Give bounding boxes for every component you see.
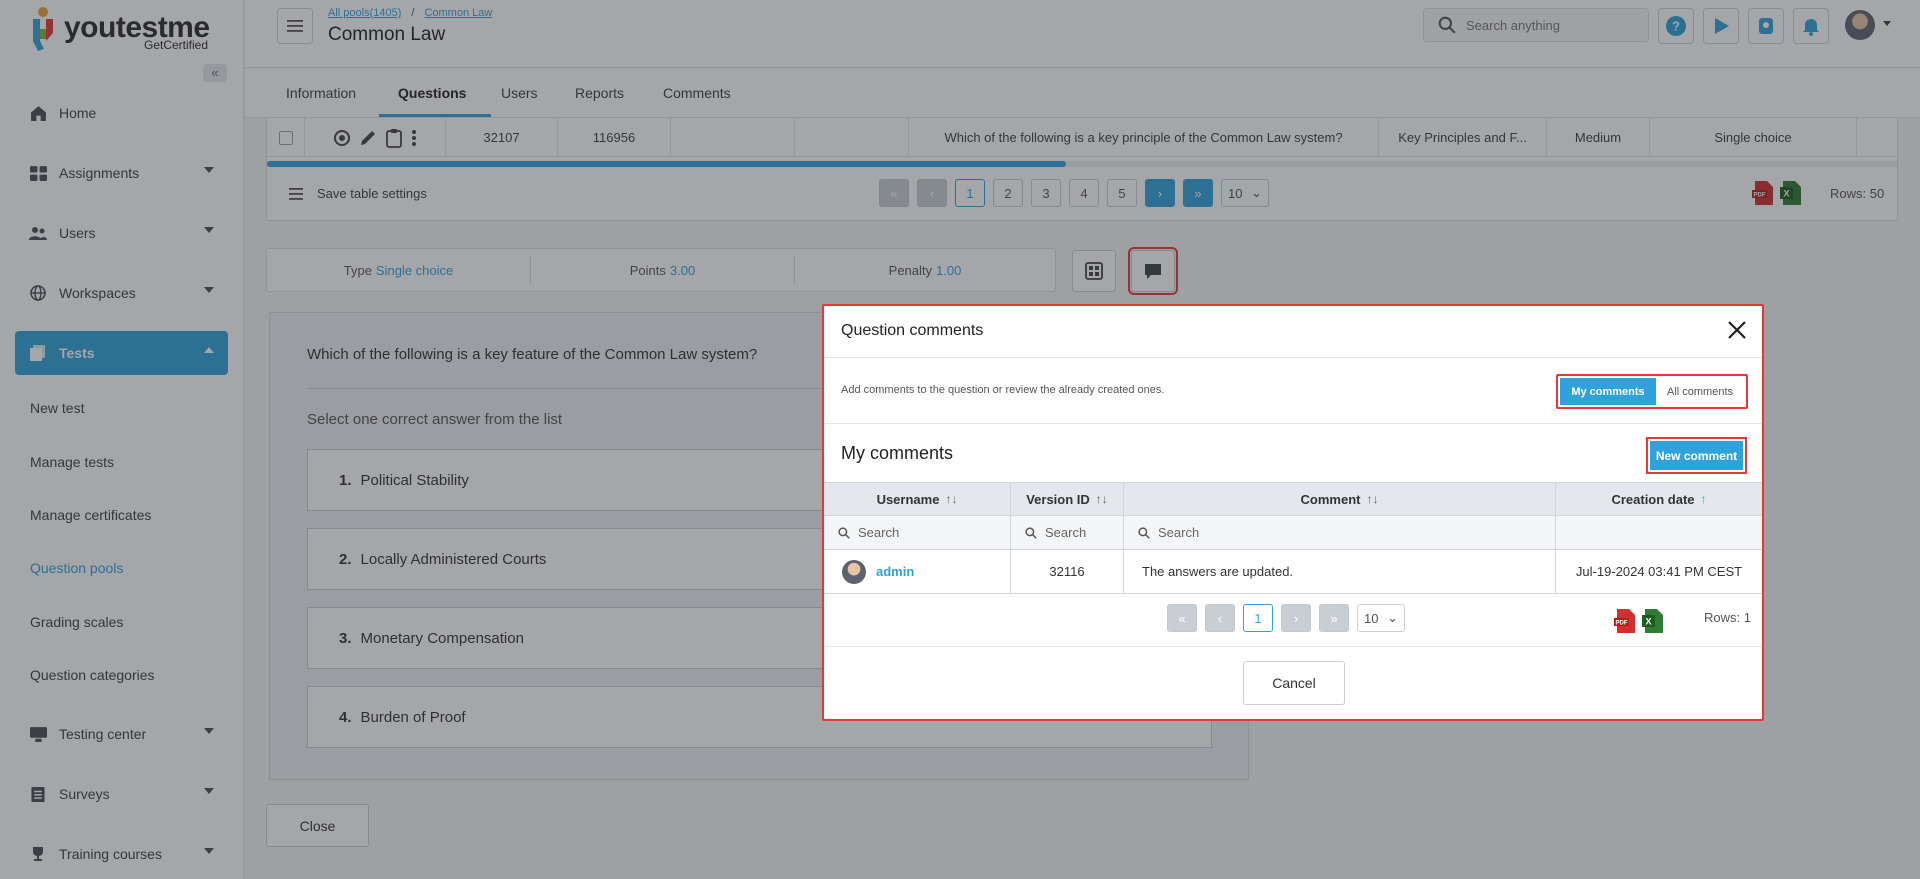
question-comments-modal: Question comments Add comments to the qu… (822, 304, 1764, 721)
column-label: Comment (1300, 491, 1361, 507)
comment-search-input[interactable]: Search (1124, 516, 1556, 549)
comments-pagination: « ‹ 1 › » 10 ⌄ (1167, 604, 1405, 632)
my-comments-toggle[interactable]: My comments (1560, 378, 1656, 405)
prev-page-button[interactable]: ‹ (1205, 604, 1235, 632)
creation-date-cell: Jul-19-2024 03:41 PM CEST (1575, 564, 1743, 579)
column-header-creation-date[interactable]: Creation date ↑ (1556, 483, 1762, 515)
export-actions: PDF X (1614, 609, 1664, 633)
column-header-username[interactable]: Username ↑↓ (824, 483, 1011, 515)
divider (824, 646, 1762, 647)
excel-export-icon[interactable]: X (1642, 609, 1664, 633)
column-label: Username (876, 491, 940, 507)
double-chevron-left-icon: « (1178, 610, 1186, 626)
svg-text:PDF: PDF (1616, 621, 1628, 627)
comments-filter-toggle: My comments All comments (1556, 374, 1748, 409)
column-label: Version ID (1026, 491, 1090, 507)
double-chevron-right-icon: » (1330, 610, 1338, 626)
comment-cell: The answers are updated. (1124, 550, 1556, 593)
page-1-button[interactable]: 1 (1243, 604, 1273, 632)
pdf-export-icon[interactable]: PDF (1614, 609, 1636, 633)
close-icon[interactable] (1726, 319, 1748, 341)
rows-count: Rows: 1 (1704, 610, 1751, 625)
username-link[interactable]: admin (876, 564, 914, 579)
divider (824, 423, 1762, 424)
modal-description: Add comments to the question or review t… (841, 384, 1165, 396)
chevron-left-icon: ‹ (1217, 610, 1223, 626)
new-comment-button[interactable]: New comment (1650, 441, 1743, 470)
version-id-cell: 32116 (1011, 550, 1124, 593)
next-page-button[interactable]: › (1281, 604, 1311, 632)
column-label: Creation date (1611, 491, 1695, 507)
search-placeholder: Search (858, 525, 900, 540)
column-header-version-id[interactable]: Version ID ↑↓ (1011, 483, 1124, 515)
page-size-select[interactable]: 10 ⌄ (1357, 604, 1405, 632)
all-comments-toggle[interactable]: All comments (1656, 378, 1744, 405)
last-page-button[interactable]: » (1319, 604, 1349, 632)
table-filter-row: Search Search Search (824, 516, 1762, 550)
svg-text:X: X (1645, 617, 1651, 627)
new-comment-button-frame: New comment (1646, 437, 1747, 474)
chevron-down-icon: ⌄ (1387, 610, 1398, 625)
table-row[interactable]: admin 32116 The answers are updated. Jul… (824, 550, 1762, 594)
page-size-value: 10 (1364, 610, 1379, 626)
sort-ascending-icon[interactable]: ↑ (1701, 492, 1707, 506)
search-placeholder: Search (1045, 525, 1087, 540)
sort-icon[interactable]: ↑↓ (1366, 492, 1378, 506)
username-cell: admin (824, 550, 1011, 593)
avatar (842, 559, 866, 584)
cancel-button[interactable]: Cancel (1243, 661, 1345, 705)
table-header: Username ↑↓ Version ID ↑↓ Comment ↑↓ Creati… (824, 482, 1762, 516)
username-search-input[interactable]: Search (824, 516, 1011, 549)
date-filter-cell (1556, 516, 1762, 549)
search-icon (838, 526, 850, 539)
search-icon (1138, 526, 1150, 539)
modal-title: Question comments (841, 322, 984, 339)
search-icon (1025, 526, 1037, 539)
version-search-input[interactable]: Search (1011, 516, 1124, 549)
search-placeholder: Search (1158, 525, 1200, 540)
divider (824, 357, 1762, 358)
sort-icon[interactable]: ↑↓ (1096, 492, 1108, 506)
column-header-comment[interactable]: Comment ↑↓ (1124, 483, 1556, 515)
section-title: My comments (841, 443, 954, 463)
sort-icon[interactable]: ↑↓ (945, 492, 957, 506)
chevron-right-icon: › (1293, 610, 1299, 626)
first-page-button[interactable]: « (1167, 604, 1197, 632)
